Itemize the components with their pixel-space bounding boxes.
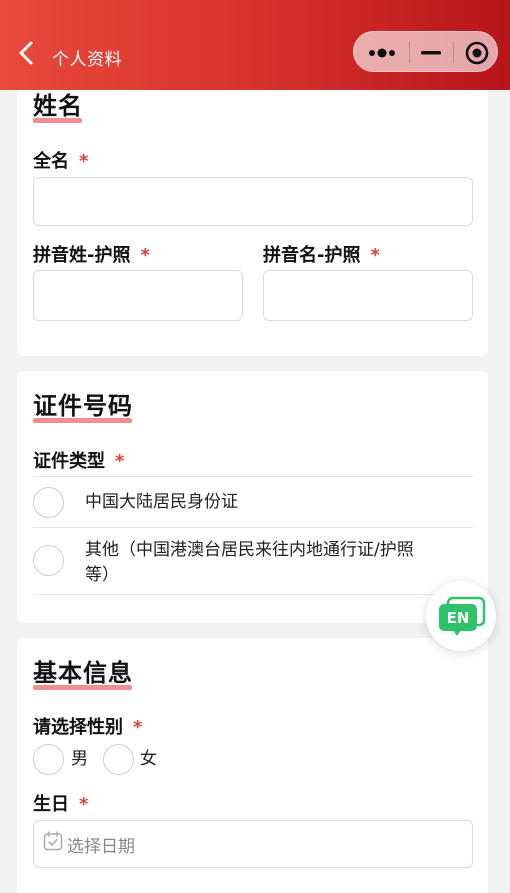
minimize-icon (421, 50, 441, 54)
close-miniprogram-button[interactable] (454, 32, 499, 73)
close-target-icon (465, 41, 488, 64)
divider (33, 594, 473, 595)
miniprogram-capsule (353, 31, 498, 72)
date-placeholder: 选择日期 (67, 837, 135, 857)
given-name-label: 拼音名-护照 * (263, 241, 380, 267)
divider (33, 527, 473, 528)
surname-input[interactable] (33, 270, 243, 321)
minimize-button[interactable] (411, 32, 451, 73)
top-nav-bar: 个人资料 (0, 0, 510, 90)
given-name-label-text: 拼音名-护照 (263, 245, 361, 266)
id-type-label-text: 证件类型 (33, 451, 105, 472)
surname-label-text: 拼音姓-护照 (33, 245, 131, 266)
id-type-option-other-line2: 等） (85, 565, 119, 585)
id-type-radio-other[interactable] (33, 545, 64, 576)
id-type-option-other-line1: 其他（中国港澳台居民来往内地通行证/护照 (85, 540, 414, 560)
given-name-input[interactable] (263, 270, 473, 321)
full-name-label-text: 全名 (33, 151, 69, 172)
section-title-name: 姓名 (33, 92, 83, 120)
id-section-card: 证件号码 证件类型 * 中国大陆居民身份证 其他（中国港澳台居民来往内地通行证/护… (17, 371, 488, 623)
required-mark: * (79, 794, 89, 815)
surname-label: 拼音姓-护照 * (33, 241, 150, 267)
gender-male-label[interactable]: 男 (71, 747, 88, 772)
calendar-icon (43, 831, 63, 851)
required-mark: * (115, 451, 125, 472)
more-dots-icon (368, 48, 395, 57)
capsule-divider (409, 42, 410, 63)
gender-label: 请选择性别 * (33, 713, 142, 739)
birthday-label: 生日 * (33, 790, 88, 816)
language-label: EN (447, 609, 470, 627)
id-type-option-mainland[interactable]: 中国大陆居民身份证 (85, 490, 238, 515)
required-mark: * (133, 717, 143, 738)
chat-bubble-en-icon: EN (439, 596, 486, 636)
id-type-label: 证件类型 * (33, 447, 124, 473)
language-switch-button[interactable]: EN (426, 581, 496, 651)
gender-radio-male[interactable] (33, 744, 64, 775)
section-title-id: 证件号码 (33, 392, 133, 420)
gender-label-text: 请选择性别 (33, 717, 123, 738)
section-title-basic: 基本信息 (33, 659, 133, 687)
page-title: 个人资料 (52, 50, 122, 70)
birthday-label-text: 生日 (33, 794, 69, 815)
more-button[interactable] (354, 32, 409, 73)
gender-female-label[interactable]: 女 (140, 747, 157, 772)
id-type-option-other[interactable]: 其他（中国港澳台居民来往内地通行证/护照 等） (85, 538, 465, 588)
required-mark: * (140, 245, 150, 266)
required-mark: * (79, 151, 89, 172)
full-name-input[interactable] (33, 177, 473, 226)
back-button[interactable] (14, 40, 38, 66)
required-mark: * (370, 245, 380, 266)
full-name-label: 全名 * (33, 147, 88, 173)
divider (33, 476, 473, 477)
basic-info-section-card: 基本信息 请选择性别 * 男 女 生日 * 选择日期 (17, 638, 488, 893)
name-section-card: 姓名 全名 * 拼音姓-护照 * 拼音名-护照 * (17, 70, 488, 356)
chevron-left-icon (19, 41, 33, 65)
id-type-radio-mainland[interactable] (33, 487, 64, 518)
gender-radio-female[interactable] (103, 744, 134, 775)
